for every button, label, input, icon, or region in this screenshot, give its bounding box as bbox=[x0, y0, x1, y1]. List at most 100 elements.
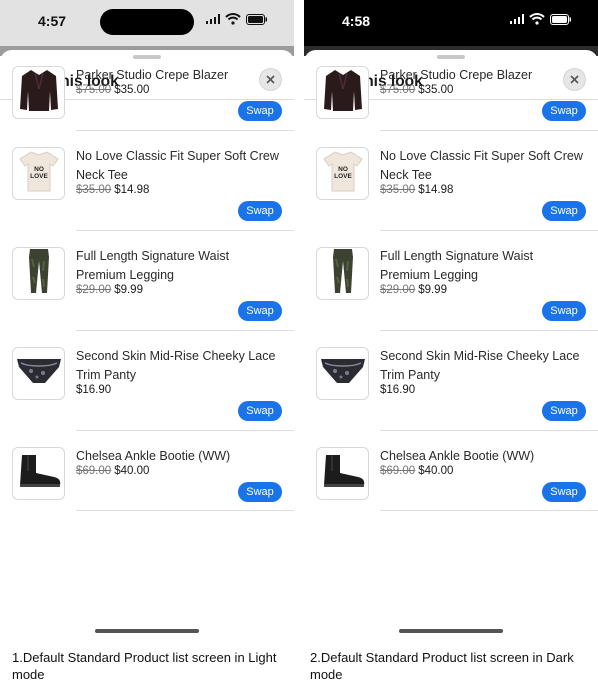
product-item: Chelsea Ankle Bootie (WW) $69.00 $40.00 Swa… bbox=[0, 437, 294, 511]
panty-icon bbox=[319, 353, 367, 394]
product-thumbnail[interactable] bbox=[12, 447, 65, 500]
original-price: $35.00 bbox=[76, 184, 112, 196]
sale-price: $35.00 bbox=[114, 84, 150, 96]
item-divider bbox=[380, 510, 598, 511]
product-name[interactable]: Full Length Signature Waist Premium Legg… bbox=[380, 247, 585, 285]
dynamic-island bbox=[100, 9, 194, 35]
product-thumbnail[interactable] bbox=[316, 247, 369, 300]
product-price: $69.00 $40.00 bbox=[76, 465, 149, 477]
product-thumbnail[interactable] bbox=[12, 66, 65, 119]
swap-button[interactable]: Swap bbox=[542, 301, 586, 321]
status-icons bbox=[510, 13, 572, 25]
original-price: $35.00 bbox=[380, 184, 416, 196]
product-price: $16.90 bbox=[380, 384, 415, 396]
dark-mode-screen: 4:58 Shop this look Parker Studio Crepe Bl… bbox=[304, 0, 598, 691]
product-price: $16.90 bbox=[76, 384, 111, 396]
home-indicator bbox=[399, 629, 503, 633]
swap-button[interactable]: Swap bbox=[238, 482, 282, 502]
svg-text:LOVE: LOVE bbox=[334, 173, 352, 180]
item-divider bbox=[380, 130, 598, 131]
product-thumbnail[interactable] bbox=[316, 347, 369, 400]
blazer-icon bbox=[323, 67, 363, 118]
product-thumbnail[interactable] bbox=[316, 66, 369, 119]
product-item: Full Length Signature Waist Premium Legg… bbox=[0, 237, 294, 331]
dynamic-island bbox=[404, 9, 498, 35]
item-divider bbox=[76, 230, 294, 231]
sale-price: $35.00 bbox=[418, 84, 454, 96]
product-thumbnail[interactable]: NO LOVE bbox=[316, 147, 369, 200]
item-divider bbox=[380, 230, 598, 231]
bootie-icon bbox=[320, 451, 366, 496]
original-price: $75.00 bbox=[76, 84, 112, 96]
product-name[interactable]: Chelsea Ankle Bootie (WW) bbox=[76, 447, 281, 466]
swap-button[interactable]: Swap bbox=[542, 482, 586, 502]
bootie-icon bbox=[16, 451, 62, 496]
sale-price: $14.98 bbox=[418, 184, 454, 196]
item-divider bbox=[76, 330, 294, 331]
product-item: Second Skin Mid-Rise Cheeky Lace Trim Pa… bbox=[0, 337, 294, 431]
home-indicator bbox=[95, 629, 199, 633]
original-price: $75.00 bbox=[380, 84, 416, 96]
sale-price: $9.99 bbox=[114, 284, 143, 296]
status-time: 4:58 bbox=[342, 13, 371, 29]
item-divider bbox=[76, 130, 294, 131]
shop-look-sheet: Shop this look Parker Studio Crepe Blazer… bbox=[0, 50, 294, 650]
item-divider bbox=[380, 430, 598, 431]
product-thumbnail[interactable] bbox=[12, 247, 65, 300]
battery-icon bbox=[550, 13, 572, 25]
legging-icon bbox=[328, 248, 358, 299]
swap-button[interactable]: Swap bbox=[238, 301, 282, 321]
product-name[interactable]: No Love Classic Fit Super Soft Crew Neck… bbox=[380, 147, 585, 185]
shop-look-sheet: Shop this look Parker Studio Crepe Blazer… bbox=[304, 50, 598, 650]
item-divider bbox=[76, 510, 294, 511]
blazer-icon bbox=[19, 67, 59, 118]
status-icons bbox=[206, 13, 268, 25]
product-name[interactable]: Full Length Signature Waist Premium Legg… bbox=[76, 247, 281, 285]
light-mode-screen: 4:57 Shop this look Parker Studio Crepe Bl… bbox=[0, 0, 294, 691]
swap-button[interactable]: Swap bbox=[238, 201, 282, 221]
product-item: Second Skin Mid-Rise Cheeky Lace Trim Pa… bbox=[304, 337, 598, 431]
sale-price: $16.90 bbox=[76, 384, 112, 396]
product-name[interactable]: Chelsea Ankle Bootie (WW) bbox=[380, 447, 585, 466]
product-price: $35.00 $14.98 bbox=[380, 184, 453, 196]
status-time: 4:57 bbox=[38, 13, 67, 29]
product-name[interactable]: Parker Studio Crepe Blazer bbox=[380, 66, 585, 85]
sale-price: $16.90 bbox=[380, 384, 416, 396]
swap-button[interactable]: Swap bbox=[542, 401, 586, 421]
original-price: $69.00 bbox=[76, 465, 112, 477]
product-name[interactable]: Second Skin Mid-Rise Cheeky Lace Trim Pa… bbox=[380, 347, 585, 385]
sale-price: $40.00 bbox=[418, 465, 454, 477]
product-item: NO LOVE No Love Classic Fit Super Soft Cre… bbox=[0, 137, 294, 231]
svg-text:LOVE: LOVE bbox=[30, 173, 48, 180]
wifi-icon bbox=[225, 13, 241, 25]
product-item: NO LOVE No Love Classic Fit Super Soft Cre… bbox=[304, 137, 598, 231]
original-price: $29.00 bbox=[380, 284, 416, 296]
signal-icon bbox=[510, 14, 524, 24]
swap-button[interactable]: Swap bbox=[542, 201, 586, 221]
product-thumbnail[interactable] bbox=[316, 447, 369, 500]
svg-text:NO: NO bbox=[338, 166, 348, 173]
swap-button[interactable]: Swap bbox=[238, 401, 282, 421]
svg-text:NO: NO bbox=[34, 166, 44, 173]
status-bar: 4:57 bbox=[0, 0, 294, 46]
product-name[interactable]: No Love Classic Fit Super Soft Crew Neck… bbox=[76, 147, 281, 185]
swap-button[interactable]: Swap bbox=[238, 101, 282, 121]
product-thumbnail[interactable] bbox=[12, 347, 65, 400]
product-name[interactable]: Parker Studio Crepe Blazer bbox=[76, 66, 281, 85]
product-name[interactable]: Second Skin Mid-Rise Cheeky Lace Trim Pa… bbox=[76, 347, 281, 385]
product-item: Full Length Signature Waist Premium Legg… bbox=[304, 237, 598, 331]
item-divider bbox=[380, 330, 598, 331]
tee-icon: NO LOVE bbox=[322, 149, 364, 198]
battery-icon bbox=[246, 13, 268, 25]
product-item: Chelsea Ankle Bootie (WW) $69.00 $40.00 Swa… bbox=[304, 437, 598, 511]
product-price: $29.00 $9.99 bbox=[380, 284, 447, 296]
original-price: $69.00 bbox=[380, 465, 416, 477]
panty-icon bbox=[15, 353, 63, 394]
signal-icon bbox=[206, 14, 220, 24]
product-thumbnail[interactable]: NO LOVE bbox=[12, 147, 65, 200]
product-price: $29.00 $9.99 bbox=[76, 284, 143, 296]
item-divider bbox=[76, 430, 294, 431]
screen-caption: 2.Default Standard Product list screen i… bbox=[310, 650, 574, 682]
swap-button[interactable]: Swap bbox=[542, 101, 586, 121]
legging-icon bbox=[24, 248, 54, 299]
